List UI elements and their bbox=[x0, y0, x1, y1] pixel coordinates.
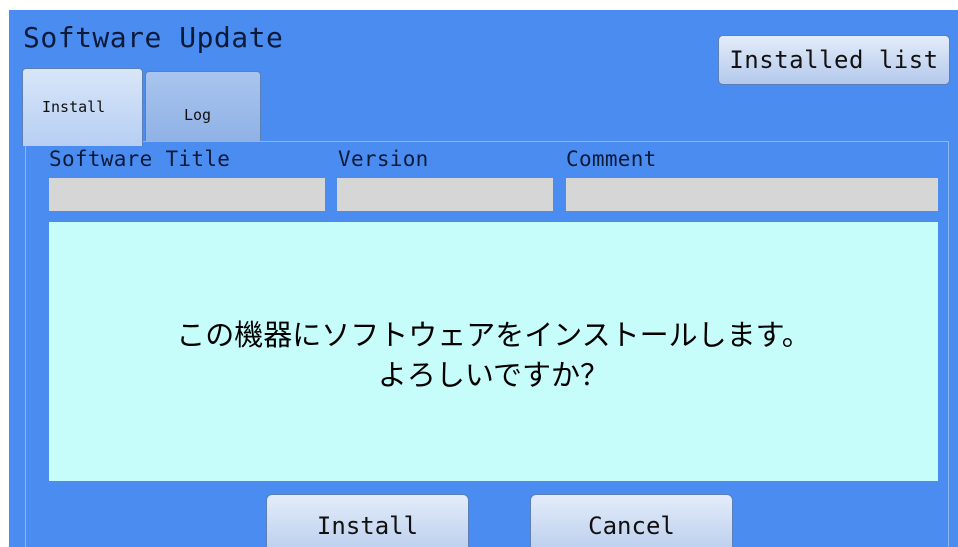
version-label: Version bbox=[338, 147, 429, 171]
installed-list-button[interactable]: Installed list bbox=[718, 35, 950, 85]
confirmation-message-line-1: この機器にソフトウェアをインストールします。 bbox=[176, 317, 811, 352]
install-button[interactable]: Install bbox=[266, 494, 469, 547]
software-title-field bbox=[49, 178, 325, 211]
confirmation-message-line-2: よろしいですか？ bbox=[377, 357, 610, 392]
tab-install-label: Install bbox=[42, 98, 106, 116]
tab-log[interactable]: Log bbox=[145, 71, 261, 143]
comment-label: Comment bbox=[566, 147, 657, 171]
cancel-button[interactable]: Cancel bbox=[530, 494, 733, 547]
confirmation-message: この機器にソフトウェアをインストールします。 よろしいですか？ bbox=[49, 222, 938, 481]
tab-install[interactable]: Install bbox=[22, 68, 143, 146]
version-field bbox=[337, 178, 553, 211]
software-title-label: Software Title bbox=[49, 147, 231, 171]
software-update-screen: Software Update Installed list Install L… bbox=[9, 10, 958, 547]
tab-log-label: Log bbox=[184, 106, 212, 124]
comment-field bbox=[566, 178, 938, 211]
app-title: Software Update bbox=[23, 21, 284, 54]
